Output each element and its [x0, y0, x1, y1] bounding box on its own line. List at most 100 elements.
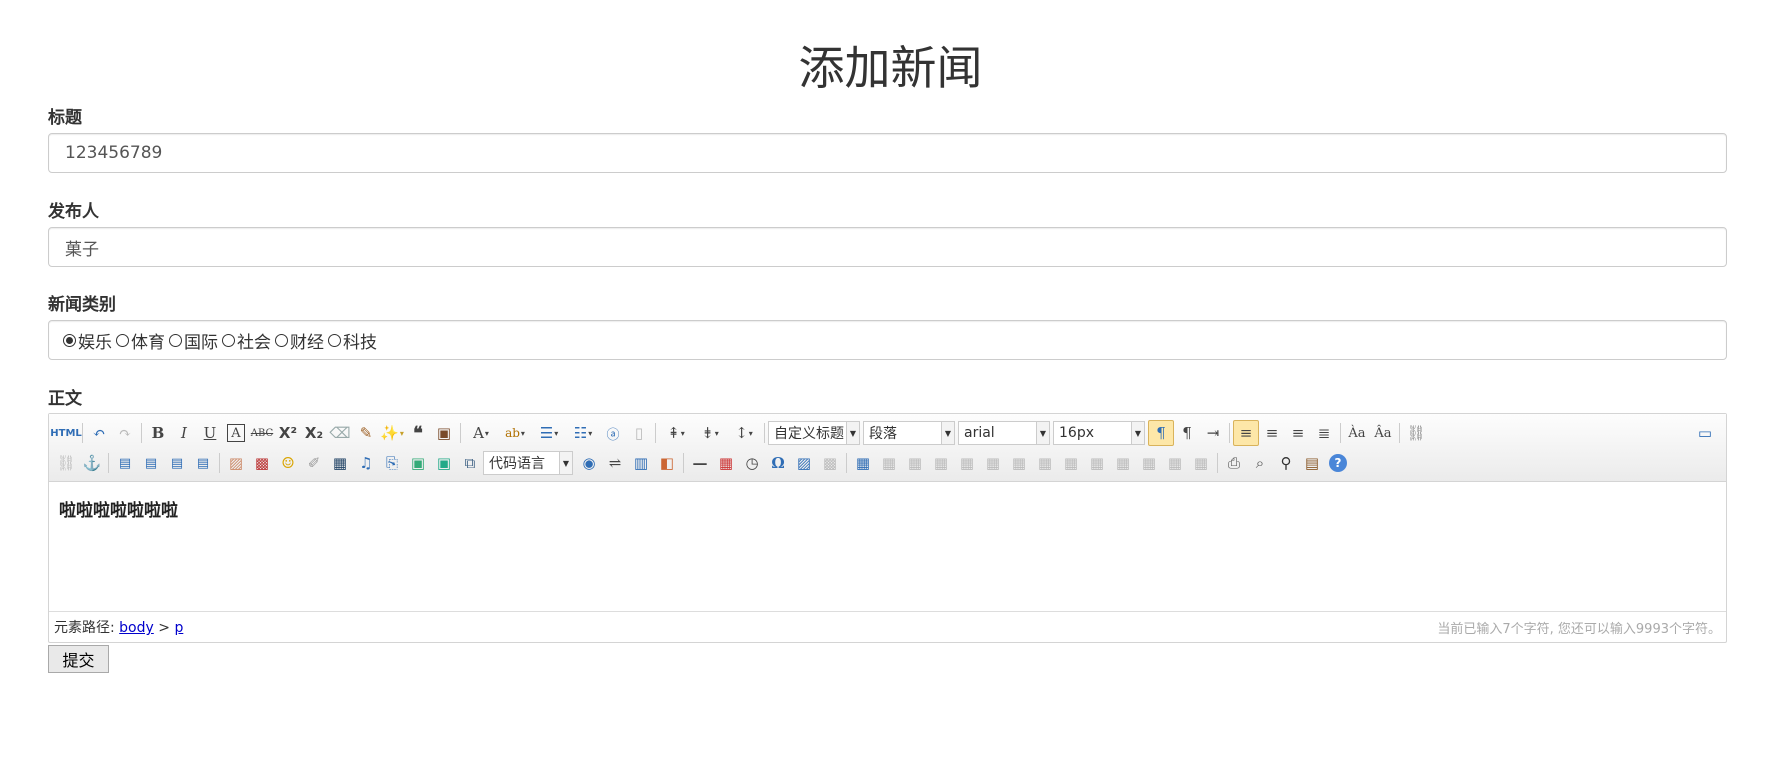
align-center-icon[interactable]: ≡ [1259, 420, 1285, 446]
image-right-icon[interactable]: ▤ [164, 450, 190, 476]
image-left-icon[interactable]: ▤ [138, 450, 164, 476]
radio-unchecked-icon[interactable] [222, 333, 235, 347]
date-icon[interactable]: ▦ [713, 450, 739, 476]
radio-unchecked-icon[interactable] [328, 333, 341, 347]
submit-button[interactable]: 提交 [48, 645, 109, 673]
indent-icon[interactable]: ⇥ [1200, 420, 1226, 446]
insert-row-icon[interactable]: ▦ [928, 450, 954, 476]
radio-category-entertainment[interactable]: 娱乐 [63, 328, 112, 353]
rtl-direction-icon[interactable]: ¶ [1174, 420, 1200, 446]
delete-row-icon[interactable]: ▦ [954, 450, 980, 476]
split-to-rows-icon[interactable]: ▦ [1136, 450, 1162, 476]
insert-col-icon[interactable]: ▦ [980, 450, 1006, 476]
radio-checked-icon[interactable] [63, 333, 76, 347]
paragraph-select[interactable]: 段落 ▼ [863, 421, 955, 445]
radio-category-society[interactable]: 社会 [222, 328, 271, 353]
delete-col-icon[interactable]: ▦ [1006, 450, 1032, 476]
ordered-list-icon[interactable]: ☰ ▾ [532, 420, 566, 446]
line-height-icon[interactable]: ↕ ▾ [727, 420, 761, 446]
bold-icon[interactable]: B [145, 420, 171, 446]
element-path-p-link[interactable]: p [174, 620, 183, 636]
paste-text-icon[interactable]: ▣ [431, 420, 457, 446]
special-chars-icon[interactable]: Ω [765, 450, 791, 476]
page-break-icon[interactable]: ⇌ [602, 450, 628, 476]
background-icon[interactable]: ◧ [654, 450, 680, 476]
gmap-icon[interactable]: ▣ [431, 450, 457, 476]
eraser-icon[interactable]: ⌫ [327, 420, 353, 446]
split-to-cells-icon[interactable]: ▦ [1110, 450, 1136, 476]
blockquote-icon[interactable]: ❝ [405, 420, 431, 446]
font-color-icon[interactable]: A ▾ [464, 420, 498, 446]
help-icon[interactable]: ? [1329, 454, 1347, 472]
simple-upload-icon[interactable]: ▨ [223, 450, 249, 476]
font-size-select[interactable]: 16px ▼ [1053, 421, 1145, 445]
map-icon[interactable]: ▣ [405, 450, 431, 476]
radio-unchecked-icon[interactable] [275, 333, 288, 347]
merge-down-icon[interactable]: ▦ [1084, 450, 1110, 476]
subscript-icon[interactable]: X₂ [301, 420, 327, 446]
insert-paragraph-before-table-icon[interactable]: ▦ [902, 450, 928, 476]
split-to-cols-icon[interactable]: ▦ [1162, 450, 1188, 476]
background-color-icon[interactable]: ab ▾ [498, 420, 532, 446]
charts-icon[interactable]: ▦ [1188, 450, 1214, 476]
horizontal-rule-icon[interactable]: — [687, 450, 713, 476]
radio-category-sports[interactable]: 体育 [116, 328, 165, 353]
code-language-select[interactable]: 代码语言 ▼ [483, 451, 573, 475]
snapscreen-icon[interactable]: ▩ [817, 450, 843, 476]
merge-cells-icon[interactable]: ▦ [1032, 450, 1058, 476]
preview-icon[interactable]: ⌕ [1247, 450, 1273, 476]
image-center-icon[interactable]: ▤ [190, 450, 216, 476]
anchor-icon[interactable]: ⚓ [79, 450, 105, 476]
html-source-button[interactable]: HTML [50, 420, 82, 446]
time-icon[interactable]: ◷ [739, 450, 765, 476]
ltr-direction-icon[interactable]: ¶ [1148, 420, 1174, 446]
redo-icon[interactable]: ↷ [112, 420, 138, 446]
select-all-icon[interactable]: ⓐ [600, 420, 626, 446]
emotion-icon[interactable]: ☺ [275, 450, 301, 476]
drafts-icon[interactable]: ▤ [1299, 450, 1325, 476]
row-spacing-bottom-icon[interactable]: ⇟ ▾ [693, 420, 727, 446]
align-left-icon[interactable]: ≡ [1233, 420, 1259, 446]
insert-frame-icon[interactable]: ⧉ [457, 450, 483, 476]
radio-category-finance[interactable]: 财经 [275, 328, 324, 353]
custom-heading-select[interactable]: 自定义标题 ▼ [768, 421, 860, 445]
print-icon[interactable]: ⎙ [1221, 450, 1247, 476]
format-brush-icon[interactable]: ✎ [353, 420, 379, 446]
radio-unchecked-icon[interactable] [116, 333, 129, 347]
unordered-list-icon[interactable]: ☷ ▾ [566, 420, 600, 446]
underline-icon[interactable]: U [197, 420, 223, 446]
fullscreen-icon[interactable]: ▭ [1692, 420, 1718, 446]
merge-right-icon[interactable]: ▦ [1058, 450, 1084, 476]
align-right-icon[interactable]: ≡ [1285, 420, 1311, 446]
align-justify-icon[interactable]: ≣ [1311, 420, 1337, 446]
uppercase-icon[interactable]: Àa [1344, 420, 1370, 446]
attachment-icon[interactable]: ⎘ [379, 450, 405, 476]
radio-unchecked-icon[interactable] [169, 333, 182, 347]
auto-format-icon[interactable]: ✨ ▾ [379, 420, 405, 446]
font-border-icon[interactable]: A [227, 424, 245, 442]
radio-category-international[interactable]: 国际 [169, 328, 218, 353]
search-replace-icon[interactable]: ⚲ [1273, 450, 1299, 476]
italic-icon[interactable]: I [171, 420, 197, 446]
scrawl-icon[interactable]: ✐ [301, 450, 327, 476]
link-icon[interactable]: ⛓ [1403, 420, 1429, 446]
web-app-icon[interactable]: ◉ [576, 450, 602, 476]
insert-video-icon[interactable]: ▦ [327, 450, 353, 476]
strikethrough-icon[interactable]: ABC [249, 420, 275, 446]
row-spacing-top-icon[interactable]: ⇞ ▾ [659, 420, 693, 446]
music-icon[interactable]: ♫ [353, 450, 379, 476]
delete-table-icon[interactable]: ▦ [876, 450, 902, 476]
insert-image-icon[interactable]: ▩ [249, 450, 275, 476]
image-none-icon[interactable]: ▤ [112, 450, 138, 476]
element-path-body-link[interactable]: body [119, 620, 154, 636]
font-family-select[interactable]: arial ▼ [958, 421, 1050, 445]
author-input[interactable] [48, 227, 1727, 267]
undo-icon[interactable]: ↶ [86, 420, 112, 446]
template-icon[interactable]: ▥ [628, 450, 654, 476]
unlink-icon[interactable]: ⛓ [53, 450, 79, 476]
wordimage-icon[interactable]: ▨ [791, 450, 817, 476]
superscript-icon[interactable]: X² [275, 420, 301, 446]
clear-doc-icon[interactable]: ▯ [626, 420, 652, 446]
radio-category-tech[interactable]: 科技 [328, 328, 377, 353]
editor-content[interactable]: 啦啦啦啦啦啦啦 [49, 482, 1726, 611]
